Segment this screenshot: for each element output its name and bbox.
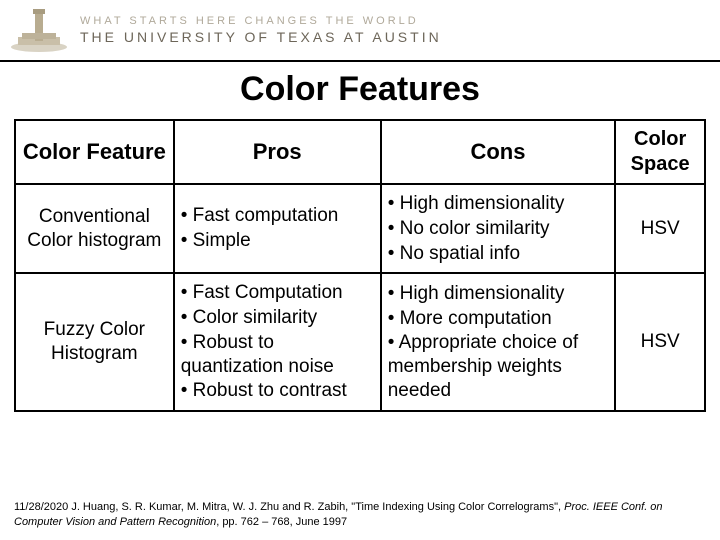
footer-ref-authors: J. Huang, S. R. Kumar, M. Mitra, W. J. Z…	[71, 501, 564, 513]
footer-date: 11/28/2020	[14, 501, 68, 513]
th-cons: Cons	[381, 120, 616, 184]
bullet: • Simple	[181, 229, 374, 253]
th-feature: Color Feature	[15, 120, 174, 184]
cell-cons: • High dimensionality • No color similar…	[381, 184, 616, 273]
table-row: Fuzzy Color Histogram • Fast Computation…	[15, 273, 705, 411]
slide-title: Color Features	[14, 70, 706, 109]
cell-space: HSV	[615, 273, 705, 411]
bullet: • Fast computation	[181, 204, 374, 228]
cell-cons: • High dimensionality • More computation…	[381, 273, 616, 411]
university-name: THE UNIVERSITY OF TEXAS AT AUSTIN	[80, 29, 442, 45]
bullet: • High dimensionality	[388, 282, 609, 306]
bullet: • Robust to quantization noise	[181, 331, 374, 379]
cell-feature: Fuzzy Color Histogram	[15, 273, 174, 411]
bullet: • No color similarity	[388, 217, 609, 241]
slide-content: Color Features Color Feature Pros Cons C…	[0, 62, 720, 412]
header-text: WHAT STARTS HERE CHANGES THE WORLD THE U…	[80, 15, 442, 45]
footer-ref-pages: , pp. 762 – 768, June 1997	[216, 516, 347, 528]
cell-pros: • Fast Computation • Color similarity • …	[174, 273, 381, 411]
bullet: • Fast Computation	[181, 281, 374, 305]
bullet: • Robust to contrast	[181, 379, 374, 403]
bullet: • Color similarity	[181, 306, 374, 330]
slide-header: WHAT STARTS HERE CHANGES THE WORLD THE U…	[0, 0, 720, 62]
bullet: • Appropriate choice of membership weigh…	[388, 331, 609, 402]
th-space: Color Space	[615, 120, 705, 184]
ut-tower-logo	[8, 7, 70, 53]
table-row: Conventional Color histogram • Fast comp…	[15, 184, 705, 273]
slide-footer: 11/28/2020 J. Huang, S. R. Kumar, M. Mit…	[14, 500, 706, 530]
cell-space: HSV	[615, 184, 705, 273]
features-table: Color Feature Pros Cons Color Space Conv…	[14, 119, 706, 412]
table-header-row: Color Feature Pros Cons Color Space	[15, 120, 705, 184]
bullet: • More computation	[388, 307, 609, 331]
tagline: WHAT STARTS HERE CHANGES THE WORLD	[80, 15, 442, 27]
bullet: • No spatial info	[388, 242, 609, 266]
cell-pros: • Fast computation • Simple	[174, 184, 381, 273]
cell-feature: Conventional Color histogram	[15, 184, 174, 273]
bullet: • High dimensionality	[388, 192, 609, 216]
th-pros: Pros	[174, 120, 381, 184]
